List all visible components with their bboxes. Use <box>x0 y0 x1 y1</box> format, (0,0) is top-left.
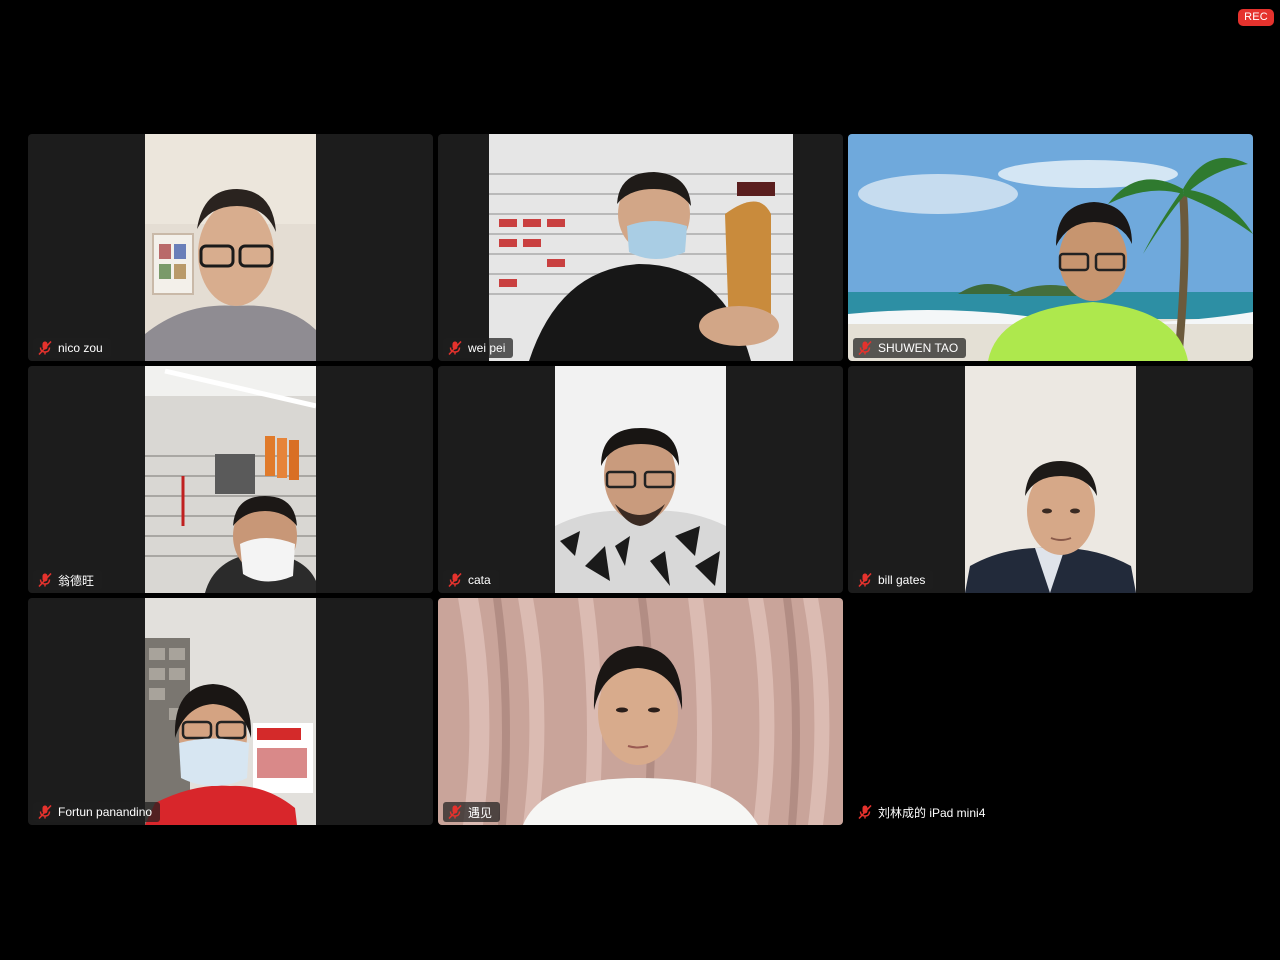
participant-video <box>145 134 316 361</box>
mic-muted-icon <box>38 572 52 588</box>
participant-name: SHUWEN TAO <box>878 341 959 355</box>
recording-badge[interactable]: REC <box>1238 9 1274 26</box>
participant-name-tag: 翁德旺 <box>33 570 103 590</box>
participant-name-tag: Fortun panandino <box>33 802 161 822</box>
participant-name-tag: bill gates <box>853 570 934 590</box>
mic-muted-icon <box>448 804 462 820</box>
participant-video <box>145 598 316 825</box>
participant-tile-fortun-panandino[interactable]: Fortun panandino <box>28 598 433 825</box>
participant-name-tag: SHUWEN TAO <box>853 338 967 358</box>
participant-video <box>965 366 1136 593</box>
participant-name: Fortun panandino <box>58 805 153 819</box>
participant-name: bill gates <box>878 573 926 587</box>
participant-tile-cata[interactable]: cata <box>438 366 843 593</box>
participant-name: nico zou <box>58 341 103 355</box>
participant-name: cata <box>468 573 491 587</box>
participant-name: 翁德旺 <box>58 573 95 588</box>
participant-name: wei pei <box>468 341 506 355</box>
participant-tile-bill-gates[interactable]: bill gates <box>848 366 1253 593</box>
participant-tile-nico-zou[interactable]: nico zou <box>28 134 433 361</box>
mic-muted-icon <box>448 340 462 356</box>
mic-muted-icon <box>858 340 872 356</box>
participant-name: 刘林成的 iPad mini4 <box>878 805 986 820</box>
participant-tile-weng-dewang[interactable]: 翁德旺 <box>28 366 433 593</box>
participant-video <box>848 134 1253 361</box>
participant-name-tag: 遇见 <box>443 802 501 822</box>
participant-video <box>555 366 726 593</box>
participant-name-tag: wei pei <box>443 338 514 358</box>
mic-muted-icon <box>38 804 52 820</box>
participant-video <box>489 134 793 361</box>
participant-tile-wei-pei[interactable]: wei pei <box>438 134 843 361</box>
participant-name: 遇见 <box>468 805 493 820</box>
mic-muted-icon <box>448 572 462 588</box>
meeting-gallery-view: REC nico zou wei pei SHUWEN TAO 翁德旺 cata… <box>0 0 1280 960</box>
participant-name-tag: nico zou <box>33 338 111 358</box>
participant-name-tag: cata <box>443 570 499 590</box>
participant-tile-ipad-mini4[interactable]: 刘林成的 iPad mini4 <box>848 598 1253 825</box>
mic-muted-icon <box>38 340 52 356</box>
participant-video <box>145 366 316 593</box>
mic-muted-icon <box>858 572 872 588</box>
participant-tile-shuwen-tao[interactable]: SHUWEN TAO <box>848 134 1253 361</box>
participant-tile-yujian[interactable]: 遇见 <box>438 598 843 825</box>
participant-name-tag: 刘林成的 iPad mini4 <box>853 802 993 822</box>
participant-video <box>438 598 843 825</box>
mic-muted-icon <box>858 804 872 820</box>
video-grid: nico zou wei pei SHUWEN TAO 翁德旺 cata bil… <box>28 134 1253 825</box>
